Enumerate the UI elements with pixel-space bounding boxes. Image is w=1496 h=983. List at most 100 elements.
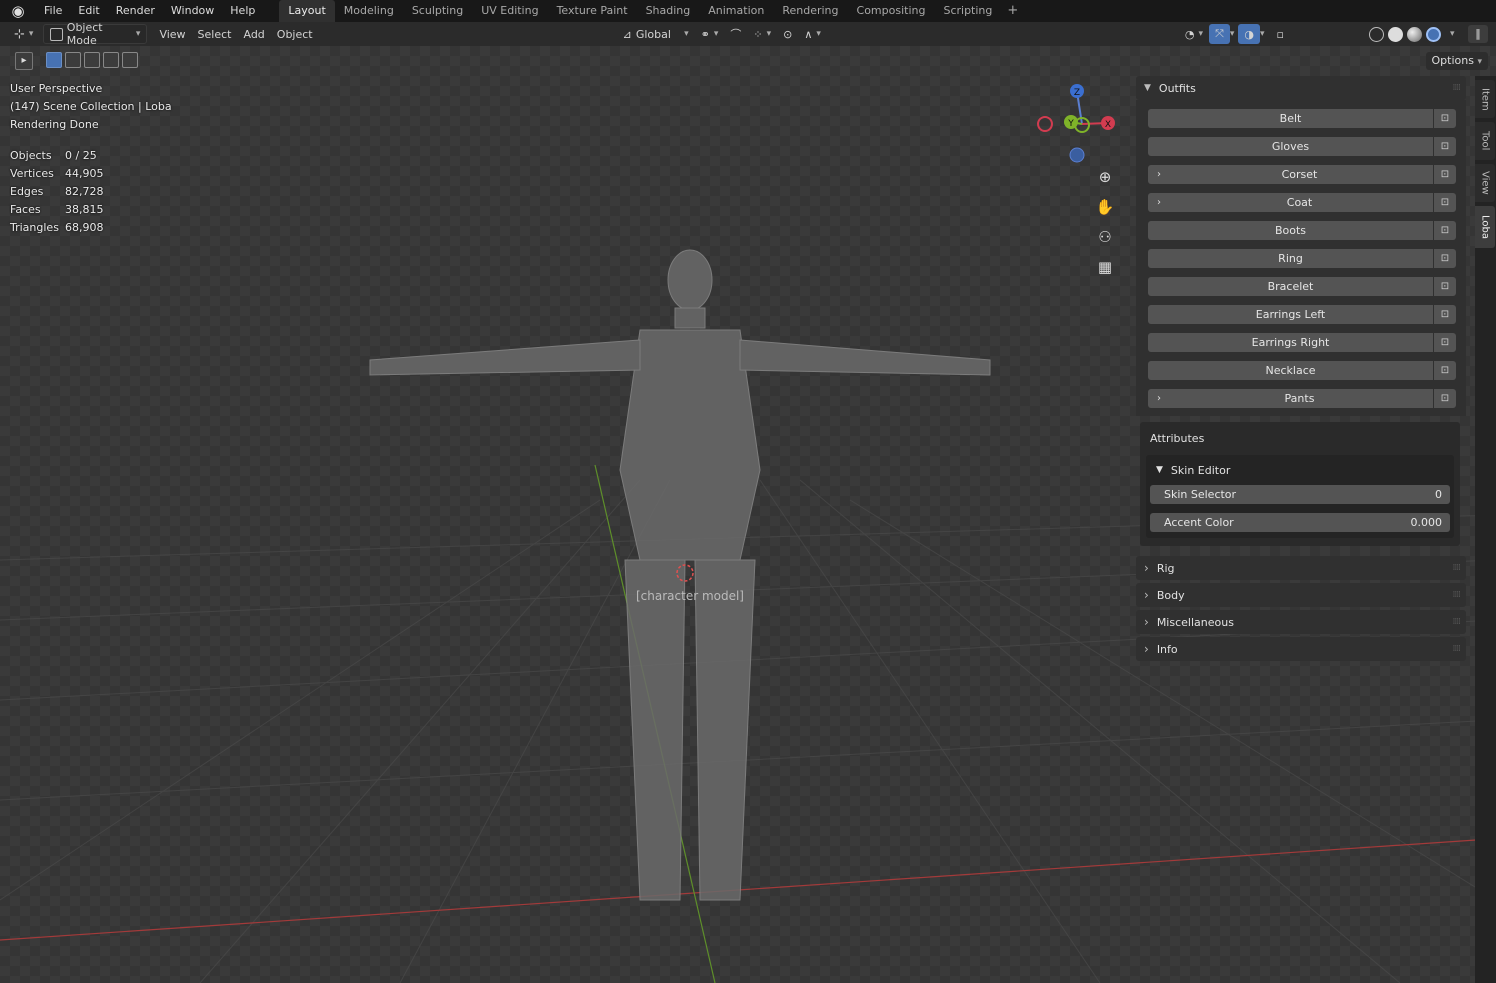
svg-text:Y: Y xyxy=(1067,119,1074,129)
tab-item[interactable]: Item xyxy=(1475,80,1495,118)
options-dropdown[interactable]: Options ▾ xyxy=(1425,52,1488,70)
outfit-row: Gloves ⊡ xyxy=(1148,132,1456,160)
outfit-toggle-button[interactable]: › Coat xyxy=(1148,192,1433,212)
panel-title: Miscellaneous xyxy=(1156,615,1234,629)
select-subtract-icon[interactable] xyxy=(84,52,100,68)
skin-selector-field[interactable]: Skin Selector 0 xyxy=(1150,485,1450,504)
lock-icon[interactable]: ⊡ xyxy=(1434,108,1456,128)
mode-dropdown[interactable]: Object Mode ▾ xyxy=(43,21,148,47)
drag-grip-icon[interactable]: ⁞⁞⁞⁞ xyxy=(1453,83,1462,93)
pan-hand-icon[interactable]: ✋ xyxy=(1094,196,1116,218)
render-status-label: Rendering Done xyxy=(10,118,99,131)
outfit-toggle-button[interactable]: Boots xyxy=(1148,220,1433,240)
menu-object[interactable]: Object xyxy=(271,24,319,44)
chevron-down-icon: ▼ xyxy=(1156,465,1163,475)
lock-icon[interactable]: ⊡ xyxy=(1434,332,1456,352)
zoom-icon[interactable]: ⊕ xyxy=(1094,166,1116,188)
orientation-dropdown[interactable]: ⊿ Global ▾ xyxy=(617,24,695,44)
shading-dropdown[interactable]: ▾ xyxy=(1444,24,1461,44)
options-label: Options xyxy=(1431,54,1474,67)
panel-header-info[interactable]: › Info ⁞⁞⁞⁞ xyxy=(1136,637,1466,661)
orientation-label: Global xyxy=(635,27,671,41)
select-invert-icon[interactable] xyxy=(103,52,119,68)
outfit-row: Boots ⊡ xyxy=(1148,216,1456,244)
lock-icon[interactable]: ⊡ xyxy=(1434,276,1456,296)
lock-icon[interactable]: ⊡ xyxy=(1434,164,1456,184)
camera-view-icon[interactable]: ⚇ xyxy=(1094,226,1116,248)
proportional-toggle[interactable]: ⊙ xyxy=(777,24,798,44)
rendered-shading-button[interactable] xyxy=(1426,27,1441,42)
outfit-toggle-button[interactable]: › Pants xyxy=(1148,388,1433,408)
stat-row: Triangles 68,908 xyxy=(10,219,104,237)
magnet-icon: ⌒ xyxy=(730,28,742,41)
lock-icon[interactable]: ⊡ xyxy=(1434,136,1456,156)
outfit-row: › Coat ⊡ xyxy=(1148,188,1456,216)
tab-tool[interactable]: Tool xyxy=(1475,122,1495,160)
menu-add[interactable]: Add xyxy=(237,24,270,44)
outfit-label: Necklace xyxy=(1265,363,1316,377)
panel-header-body[interactable]: › Body ⁞⁞⁞⁞ xyxy=(1136,583,1466,607)
tab-view[interactable]: View xyxy=(1475,164,1495,202)
editor-type-button[interactable]: ⊹ ▾ xyxy=(8,24,39,44)
outfit-row: › Pants ⊡ xyxy=(1148,384,1456,412)
snap-dropdown[interactable]: ⁘ ▾ xyxy=(747,24,777,44)
gizmo-toggle[interactable]: ⤧ xyxy=(1209,24,1230,44)
outfit-label: Pants xyxy=(1284,391,1315,405)
stat-row: Objects 0 / 25 xyxy=(10,147,104,165)
chevron-right-icon: › xyxy=(1144,642,1149,656)
outfits-panel-header[interactable]: ▼ Outfits ⁞⁞⁞⁞ xyxy=(1136,76,1466,100)
lock-icon[interactable]: ⊡ xyxy=(1434,192,1456,212)
panel-header-rig[interactable]: › Rig ⁞⁞⁞⁞ xyxy=(1136,556,1466,580)
lock-icon[interactable]: ⊡ xyxy=(1434,304,1456,324)
select-new-icon[interactable] xyxy=(46,52,62,68)
overlay-icon: ◑ xyxy=(1244,27,1255,41)
outfit-toggle-button[interactable]: Bracelet xyxy=(1148,276,1433,296)
solid-shading-button[interactable] xyxy=(1388,27,1403,42)
stat-value: 68,908 xyxy=(65,221,104,234)
lock-icon[interactable]: ⊡ xyxy=(1434,388,1456,408)
gizmo-dropdown[interactable]: ▾ xyxy=(1230,29,1235,39)
outfit-toggle-button[interactable]: Earrings Left xyxy=(1148,304,1433,324)
menu-select[interactable]: Select xyxy=(192,24,238,44)
lock-icon[interactable]: ⊡ xyxy=(1434,360,1456,380)
drag-grip-icon[interactable]: ⁞⁞⁞⁞ xyxy=(1453,644,1462,654)
select-intersect-icon[interactable] xyxy=(122,52,138,68)
drag-grip-icon[interactable]: ⁞⁞⁞⁞ xyxy=(1453,617,1462,627)
placeholder-label: [character model] xyxy=(636,589,744,603)
select-extend-icon[interactable] xyxy=(65,52,81,68)
visibility-dropdown[interactable]: ◔ ▾ xyxy=(1179,24,1209,44)
outfit-label: Ring xyxy=(1278,251,1303,265)
perspective-toggle-icon[interactable]: ▦ xyxy=(1094,256,1116,278)
accent-color-field[interactable]: Accent Color 0.000 xyxy=(1150,513,1450,532)
drag-grip-icon[interactable]: ⁞⁞⁞⁞ xyxy=(1453,590,1462,600)
overlay-toggle[interactable]: ◑ xyxy=(1238,24,1261,44)
falloff-dropdown[interactable]: ∧ ▾ xyxy=(798,24,827,44)
outfit-toggle-button[interactable]: Necklace xyxy=(1148,360,1433,380)
navigation-gizmo[interactable]: Z X Y xyxy=(1037,84,1115,163)
lock-icon[interactable]: ⊡ xyxy=(1434,220,1456,240)
overlay-dropdown[interactable]: ▾ xyxy=(1260,29,1265,39)
material-shading-button[interactable] xyxy=(1407,27,1422,42)
pivot-dropdown[interactable]: ⚭ ▾ xyxy=(695,24,725,44)
panel-header-miscellaneous[interactable]: › Miscellaneous ⁞⁞⁞⁞ xyxy=(1136,610,1466,634)
outfit-toggle-button[interactable]: Ring xyxy=(1148,248,1433,268)
outfit-toggle-button[interactable]: Belt xyxy=(1148,108,1433,128)
outfit-row: Belt ⊡ xyxy=(1148,104,1456,132)
select-tool-button[interactable]: ▸ xyxy=(15,52,33,70)
outfit-row: Necklace ⊡ xyxy=(1148,356,1456,384)
outfit-toggle-button[interactable]: Gloves xyxy=(1148,136,1433,156)
collection-label: (147) Scene Collection | Loba xyxy=(10,100,172,113)
wireframe-shading-button[interactable] xyxy=(1369,27,1384,42)
outfit-row: Earrings Right ⊡ xyxy=(1148,328,1456,356)
skin-editor-header[interactable]: ▼ Skin Editor xyxy=(1150,459,1450,481)
xray-toggle[interactable]: ▫ xyxy=(1271,24,1290,44)
sidebar-toggle-button[interactable]: ‖ xyxy=(1468,25,1488,43)
menu-view[interactable]: View xyxy=(153,24,191,44)
lock-icon[interactable]: ⊡ xyxy=(1434,248,1456,268)
snap-toggle[interactable]: ⌒ xyxy=(724,24,747,44)
outfit-toggle-button[interactable]: › Corset xyxy=(1148,164,1433,184)
outfit-row: › Corset ⊡ xyxy=(1148,160,1456,188)
tab-loba[interactable]: Loba xyxy=(1475,206,1495,248)
drag-grip-icon[interactable]: ⁞⁞⁞⁞ xyxy=(1453,563,1462,573)
outfit-toggle-button[interactable]: Earrings Right xyxy=(1148,332,1433,352)
